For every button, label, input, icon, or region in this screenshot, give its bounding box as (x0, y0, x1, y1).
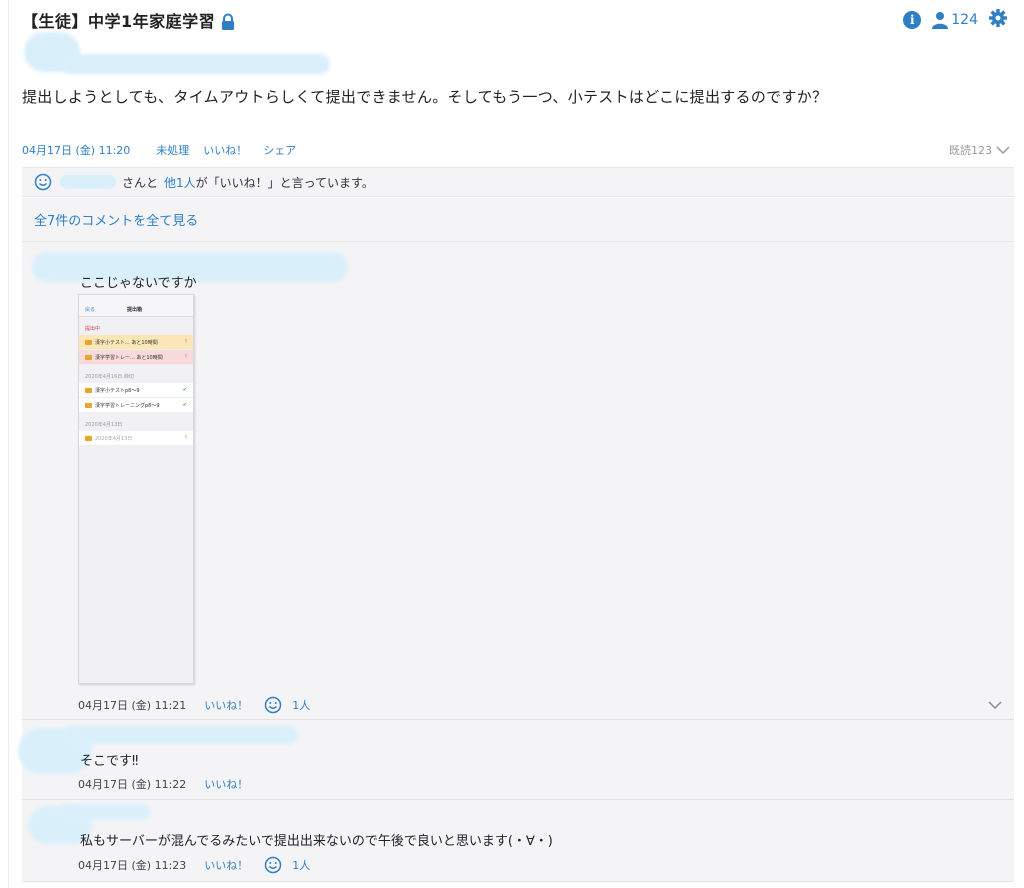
group-header: 【生徒】中学1年家庭学習 i 124 (22, 6, 1014, 34)
comment-text: 私もサーバーが混んでるみたいで提出出来ないので午後で良いと思います(・∀・) (80, 834, 553, 849)
member-count-button[interactable]: 124 (931, 11, 978, 29)
chevron-down-icon[interactable] (988, 700, 1002, 710)
share-link[interactable]: シェア (263, 142, 296, 158)
shot-row: 漢字学習トレーニングp8〜9 ✔ (79, 398, 193, 413)
comment-like-link[interactable]: いいね！ (204, 857, 248, 873)
attached-screenshot[interactable]: 戻る 提出箱 提出中 漢字小テスト... あと10時間! 漢字学習トレー... … (78, 294, 194, 684)
person-icon (932, 12, 949, 29)
status-link[interactable]: 未処理 (156, 142, 189, 158)
shot-row: 漢字学習トレー... あと10時間! (79, 350, 193, 365)
post-date[interactable]: 04月17日 (金) 11:20 (22, 142, 130, 158)
redacted-author-name (60, 54, 330, 74)
group-title: 【生徒】中学1年家庭学習 (22, 12, 216, 31)
lock-icon (221, 13, 235, 31)
post-meta: 04月17日 (金) 11:20 未処理 いいね！ シェア 既読123 (22, 142, 1014, 158)
chevron-down-icon (996, 145, 1010, 154)
comment-like-count[interactable]: 1人 (292, 857, 310, 873)
comment-item: そこです‼ 04月17日 (金) 11:22 いいね！ (18, 720, 1014, 800)
header-actions: i 124 (903, 8, 1008, 32)
comment-date: 04月17日 (金) 11:23 (78, 859, 187, 872)
likes-message: が「いいね！」と言っています。 (195, 175, 374, 190)
shot-section: 2020年4月16日 締切 (85, 374, 134, 380)
redacted-liker (60, 175, 116, 189)
shot-section: 提出中 (85, 326, 101, 332)
redacted-commenter-name (62, 726, 298, 744)
smile-icon (34, 173, 52, 191)
comment-meta: 04月17日 (金) 11:22 いいね！ (78, 776, 248, 792)
comment-date: 04月17日 (金) 11:22 (78, 778, 187, 791)
comment-like-link[interactable]: いいね！ (204, 697, 248, 713)
info-icon[interactable]: i (903, 11, 922, 29)
others-link[interactable]: 他1人 (164, 174, 196, 191)
shot-row: 漢字小テストp8〜9 ✔ (79, 383, 193, 398)
smile-icon (265, 696, 282, 714)
likes-bar: さんと 他1人 が「いいね！」と言っています。 (22, 167, 1014, 197)
shot-section: 2020年4月13日 (85, 422, 123, 428)
comment-meta: 04月17日 (金) 11:23 いいね！ 1人 (78, 856, 310, 874)
like-link[interactable]: いいね！ (203, 142, 247, 158)
shot-row: 漢字小テスト... あと10時間! (79, 335, 193, 350)
all-comments-link[interactable]: 全7件のコメントを全て見る (22, 198, 1014, 242)
member-count: 124 (951, 12, 978, 28)
comment-text: そこです‼ (80, 754, 139, 769)
read-count[interactable]: 既読123 (949, 142, 1010, 158)
comment-like-count[interactable]: 1人 (292, 697, 310, 713)
smile-icon (265, 856, 282, 874)
comment-text: ここじゃないですか (80, 276, 197, 291)
comment-item: ここじゃないですか 戻る 提出箱 提出中 漢字小テスト... あと10時間! 漢… (22, 242, 1014, 720)
comment-like-link[interactable]: いいね！ (204, 776, 248, 792)
comment-item: 私もサーバーが混んでるみたいで提出出来ないので午後で良いと思います(・∀・) 0… (22, 800, 1014, 882)
redacted-commenter-name (58, 804, 150, 820)
comment-date: 04月17日 (金) 11:21 (78, 699, 187, 712)
left-border (8, 0, 9, 888)
shot-row: 2020年4月13日! (79, 431, 193, 446)
comment-meta: 04月17日 (金) 11:21 いいね！ 1人 (78, 696, 310, 714)
shot-navbar: 戻る 提出箱 (79, 295, 193, 317)
likes-suffix: さんと (122, 175, 159, 190)
read-label: 既読123 (949, 144, 992, 157)
gear-icon[interactable] (988, 8, 1008, 32)
post-body: 提出しようとしても、タイムアウトらしくて提出できません。そしてもう一つ、小テスト… (22, 88, 828, 106)
shot-back: 戻る (85, 307, 96, 313)
shot-title: 提出箱 (127, 307, 143, 313)
